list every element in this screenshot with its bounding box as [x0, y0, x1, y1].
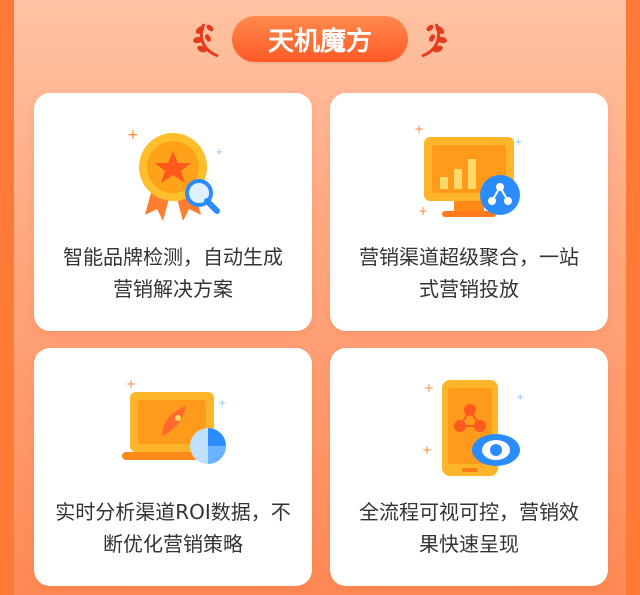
svg-text:+: + — [422, 443, 432, 457]
feature-card-roi-analysis: + + 实时分析渠道ROI数据，不 断优化营销策略 — [34, 348, 312, 586]
feature-caption: 实时分析渠道ROI数据，不 断优化营销策略 — [55, 500, 291, 556]
left-edge-band — [0, 0, 14, 595]
svg-text:+: + — [218, 398, 226, 409]
svg-text:+: + — [418, 204, 428, 218]
phone-share-eye-icon: + + + — [422, 380, 524, 476]
laurel-left-icon — [193, 23, 219, 58]
header: 天机魔方 — [0, 14, 640, 64]
feature-caption: 营销渠道超级聚合，一站 式营销投放 — [359, 245, 579, 301]
feature-card-brand-detection: + + 智能品牌检测，自动生成 营销解决方案 — [34, 93, 312, 331]
medal-search-icon: + + — [127, 127, 223, 221]
laurel-right-icon — [421, 23, 447, 58]
svg-text:+: + — [127, 127, 139, 143]
feature-card-channel-aggregation: + + + 营销渠道超级聚合，一站 式营销投放 — [330, 93, 608, 331]
right-edge-band — [626, 0, 640, 595]
feature-caption: 全流程可视可控，营销效 果快速呈现 — [359, 500, 579, 556]
feature-caption: 智能品牌检测，自动生成 营销解决方案 — [63, 245, 283, 301]
svg-text:+: + — [215, 147, 223, 158]
svg-text:+: + — [516, 392, 524, 403]
svg-text:+: + — [126, 377, 136, 391]
svg-text:+: + — [414, 122, 424, 136]
svg-text:+: + — [514, 137, 522, 148]
monitor-chart-share-icon: + + + — [414, 122, 522, 218]
laptop-rocket-pie-icon: + + — [122, 377, 226, 464]
feature-card-visible-control: + + + 全流程可视可控，营销效 果快速呈现 — [330, 348, 608, 586]
svg-text:+: + — [424, 381, 434, 395]
page-title: 天机魔方 — [231, 16, 408, 62]
